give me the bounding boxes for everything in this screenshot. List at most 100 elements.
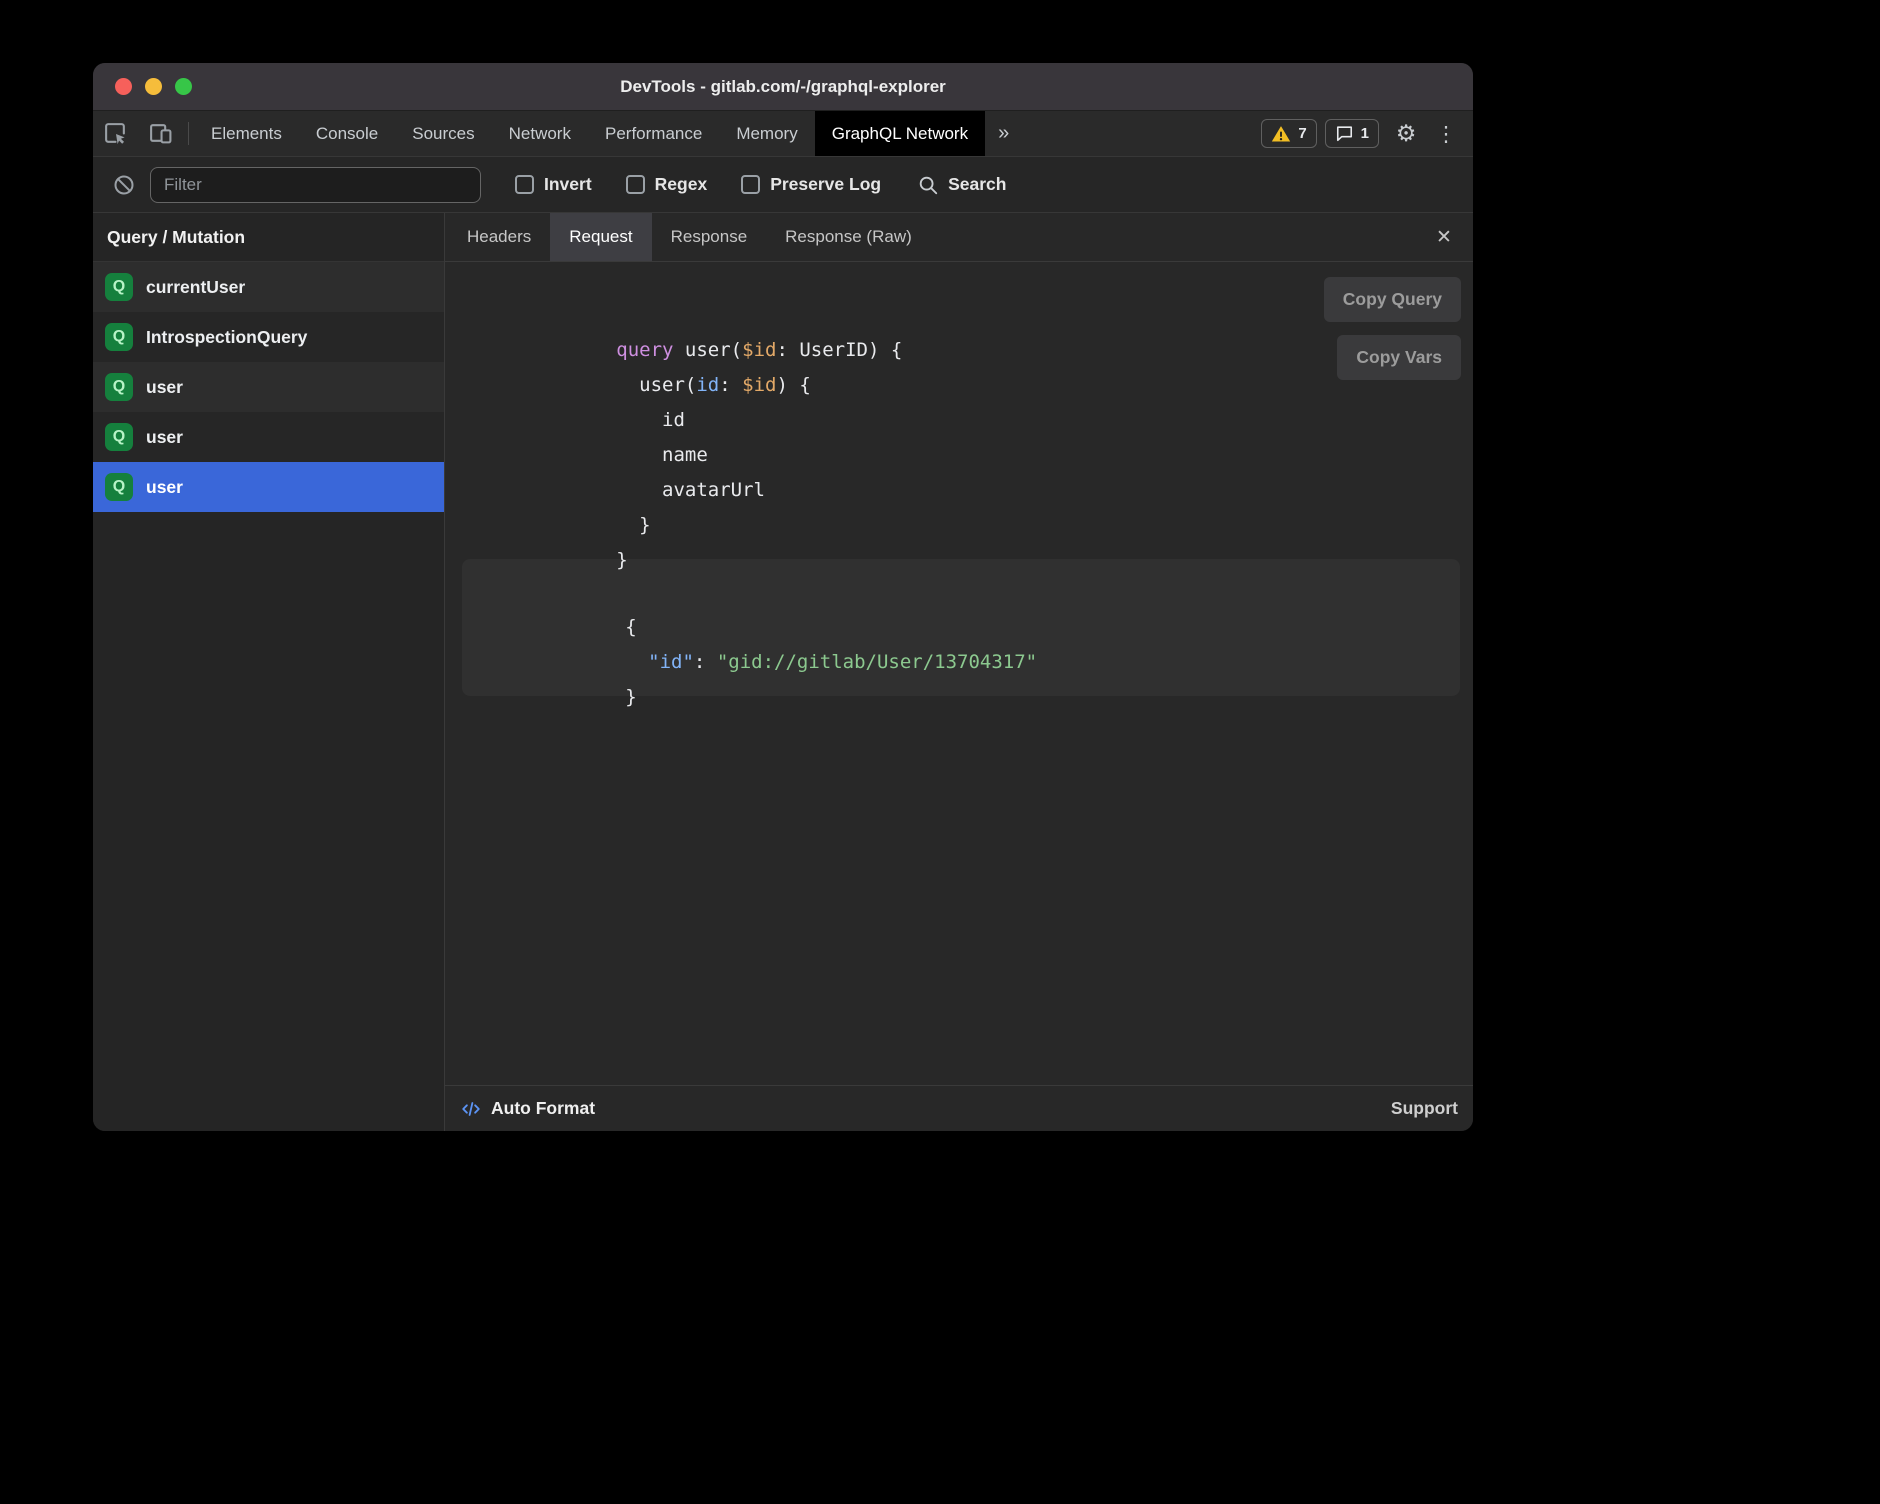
zoom-window-button[interactable] — [175, 78, 192, 95]
query-list-item[interactable]: Q IntrospectionQuery — [93, 312, 444, 362]
copy-vars-button[interactable]: Copy Vars — [1337, 335, 1461, 380]
clear-button[interactable] — [112, 173, 136, 197]
checkbox-box[interactable] — [741, 175, 760, 194]
checkbox-label: Regex — [655, 174, 708, 195]
tab-elements[interactable]: Elements — [194, 111, 299, 156]
code-token: id — [696, 374, 719, 396]
search-control[interactable]: Search — [917, 174, 1006, 196]
query-list-item[interactable]: Q user — [93, 362, 444, 412]
close-icon: ✕ — [1436, 226, 1452, 248]
main-split: Query / Mutation Q currentUser Q Introsp… — [93, 213, 1473, 1131]
code-token: { — [625, 616, 636, 638]
titlebar: DevTools - gitlab.com/-/graphql-explorer — [93, 63, 1473, 111]
query-badge: Q — [105, 323, 133, 351]
tab-sources[interactable]: Sources — [395, 111, 491, 156]
messages-badge[interactable]: 1 — [1325, 119, 1379, 148]
query-list-item[interactable]: Q user — [93, 412, 444, 462]
main-menu-button[interactable]: ⋮ — [1433, 122, 1459, 146]
variables-box: { "id": "gid://gitlab/User/13704317" } — [462, 559, 1460, 696]
query-list-item[interactable]: Q currentUser — [93, 262, 444, 312]
message-count: 1 — [1361, 125, 1369, 142]
devtools-tabstrip: Elements Console Sources Network Perform… — [93, 111, 1473, 156]
query-label: currentUser — [146, 277, 245, 298]
query-label: user — [146, 377, 183, 398]
code-token: user( — [616, 374, 696, 396]
sidebar-header: Query / Mutation — [93, 213, 444, 262]
code-token: name — [616, 444, 708, 466]
code-token: : — [719, 374, 742, 396]
checkbox-box[interactable] — [515, 175, 534, 194]
tab-memory[interactable]: Memory — [719, 111, 814, 156]
detail-panel: Headers Request Response Response (Raw) … — [445, 213, 1473, 1131]
support-link[interactable]: Support — [1391, 1098, 1458, 1119]
query-badge: Q — [105, 373, 133, 401]
query-badge: Q — [105, 473, 133, 501]
query-label: user — [146, 427, 183, 448]
chevron-double-right-icon: » — [998, 122, 1009, 145]
code-token: } — [625, 686, 636, 708]
detail-footer: Auto Format Support — [445, 1085, 1473, 1131]
query-label: user — [146, 477, 183, 498]
invert-checkbox[interactable]: Invert — [515, 174, 592, 195]
device-toolbar-button[interactable] — [138, 111, 183, 156]
device-toolbar-icon — [148, 121, 173, 146]
search-label: Search — [948, 174, 1006, 195]
close-detail-button[interactable]: ✕ — [1415, 213, 1473, 261]
code-token: query — [616, 339, 685, 361]
search-icon — [917, 174, 939, 196]
tab-console[interactable]: Console — [299, 111, 395, 156]
devtools-window: DevTools - gitlab.com/-/graphql-explorer… — [93, 63, 1473, 1131]
block-icon — [112, 173, 136, 197]
warnings-badge[interactable]: 7 — [1261, 119, 1316, 148]
tab-response-raw[interactable]: Response (Raw) — [766, 213, 931, 261]
warning-count: 7 — [1298, 125, 1306, 142]
code-token: } — [616, 514, 650, 536]
warning-icon — [1271, 124, 1291, 144]
code-line: { — [488, 575, 1434, 610]
tab-response[interactable]: Response — [652, 213, 767, 261]
regex-checkbox[interactable]: Regex — [626, 174, 708, 195]
code-brackets-icon — [460, 1098, 482, 1120]
message-bubble-icon — [1335, 124, 1354, 143]
copy-query-button[interactable]: Copy Query — [1324, 277, 1461, 322]
tab-network[interactable]: Network — [492, 111, 588, 156]
detail-tabs: Headers Request Response Response (Raw) … — [445, 213, 1473, 262]
code-token: id — [616, 409, 685, 431]
request-body: query user($id: UserID) { user(id: $id) … — [445, 262, 1473, 1085]
checkbox-label: Preserve Log — [770, 174, 881, 195]
query-badge: Q — [105, 423, 133, 451]
query-badge: Q — [105, 273, 133, 301]
inspect-element-button[interactable] — [93, 111, 138, 156]
preserve-log-checkbox[interactable]: Preserve Log — [741, 174, 881, 195]
more-tabs-button[interactable]: » — [985, 111, 1022, 156]
code-token: : — [694, 651, 717, 673]
window-title: DevTools - gitlab.com/-/graphql-explorer — [620, 77, 946, 97]
tabstrip-right-controls: 7 1 ⚙ ⋮ — [1261, 111, 1473, 156]
auto-format-button[interactable]: Auto Format — [460, 1098, 595, 1120]
code-token: } — [616, 549, 627, 571]
tab-request[interactable]: Request — [550, 213, 651, 261]
checkbox-label: Invert — [544, 174, 592, 195]
toolbar-separator — [188, 122, 189, 145]
minimize-window-button[interactable] — [145, 78, 162, 95]
kebab-menu-icon: ⋮ — [1436, 122, 1457, 146]
checkbox-box[interactable] — [626, 175, 645, 194]
code-token: "gid://gitlab/User/13704317" — [717, 651, 1037, 673]
code-token: avatarUrl — [616, 479, 765, 501]
filter-toolbar: Invert Regex Preserve Log Search — [93, 156, 1473, 213]
query-list-item-selected[interactable]: Q user — [93, 462, 444, 512]
code-token: user( — [685, 339, 742, 361]
code-token: ) { — [776, 374, 810, 396]
inspect-cursor-icon — [103, 121, 128, 146]
code-token: "id" — [625, 651, 694, 673]
tab-headers[interactable]: Headers — [448, 213, 550, 261]
query-sidebar: Query / Mutation Q currentUser Q Introsp… — [93, 213, 445, 1131]
tab-performance[interactable]: Performance — [588, 111, 719, 156]
close-window-button[interactable] — [115, 78, 132, 95]
gear-icon: ⚙ — [1396, 121, 1417, 147]
filter-input[interactable] — [150, 167, 481, 203]
tab-graphql-network[interactable]: GraphQL Network — [815, 111, 985, 156]
auto-format-label: Auto Format — [491, 1098, 595, 1119]
query-label: IntrospectionQuery — [146, 327, 307, 348]
settings-button[interactable]: ⚙ — [1387, 121, 1425, 147]
